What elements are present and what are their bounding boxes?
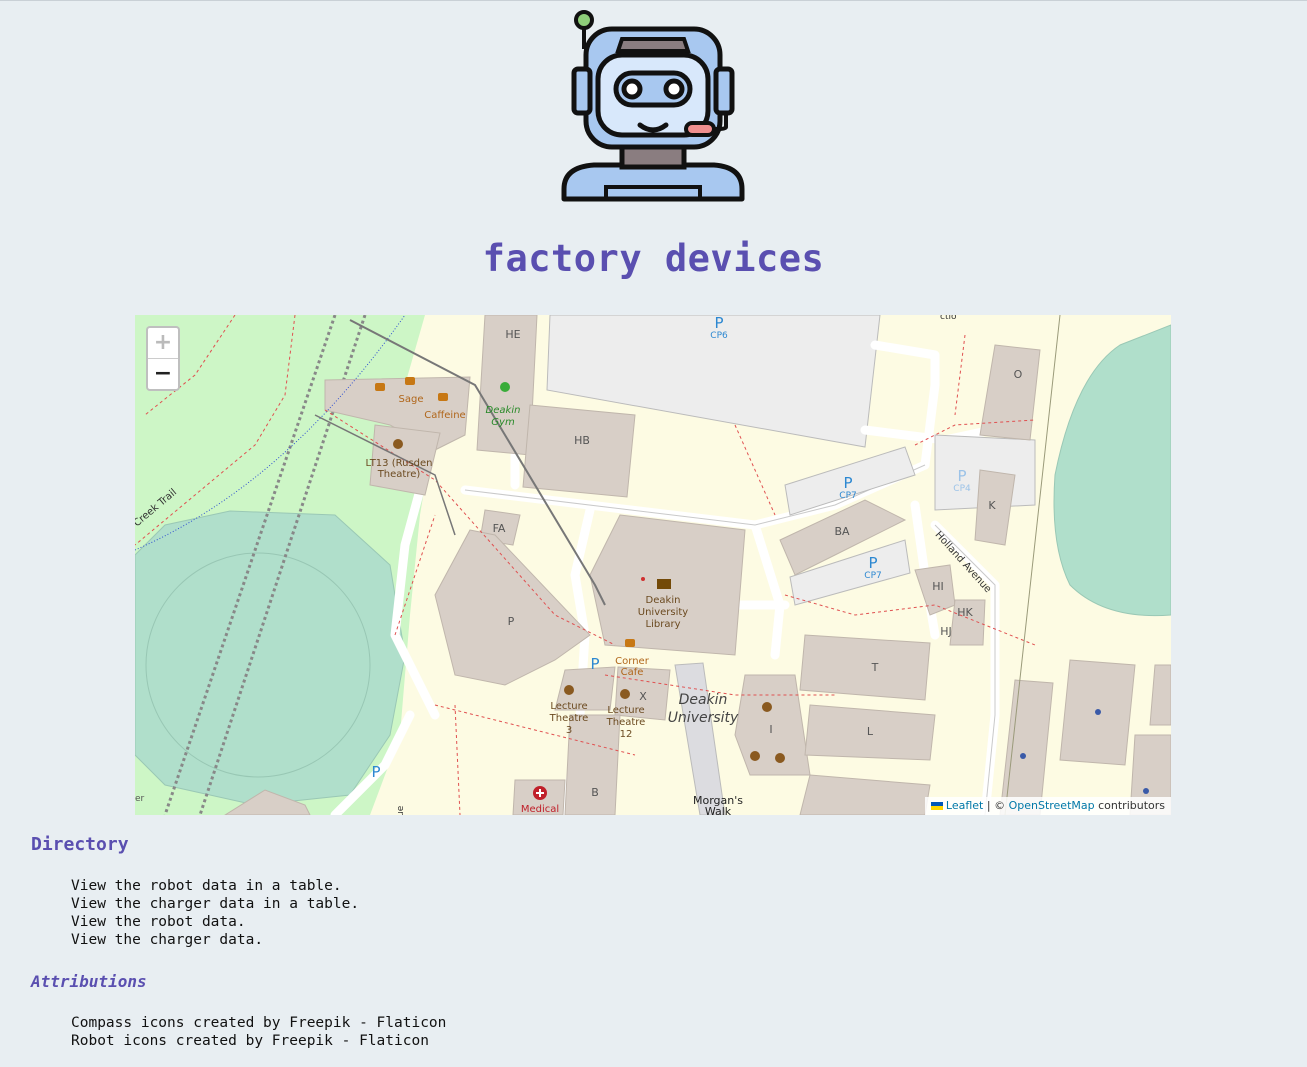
map-label-t: T bbox=[871, 661, 879, 674]
leaflet-link[interactable]: Leaflet bbox=[946, 799, 983, 812]
map-label-he: HE bbox=[505, 328, 520, 341]
attributions-list: Compass icons created by Freepik - Flati… bbox=[71, 1014, 446, 1050]
map-label-lecture3-3: 3 bbox=[566, 725, 572, 736]
map-label-lecture12-3: 12 bbox=[620, 729, 633, 740]
map-label-gym-1: Deakin bbox=[486, 405, 521, 416]
directory-item-robot-data[interactable]: View the robot data. bbox=[71, 913, 359, 931]
map-parking-oval-icon: P bbox=[371, 763, 380, 781]
map-label-hi: HI bbox=[932, 580, 944, 593]
map-label-x: X bbox=[639, 690, 647, 703]
attribution-compass-icons[interactable]: Compass icons created by Freepik - Flati… bbox=[71, 1014, 446, 1032]
map-label-deakin-2: University bbox=[668, 710, 739, 726]
map-label-lecture3-1: Lecture bbox=[550, 701, 587, 712]
map-parking-cp7b-icon: P bbox=[868, 554, 877, 572]
map-label-l: L bbox=[867, 725, 874, 738]
page-title: factory devices bbox=[482, 237, 825, 280]
map-label-i: I bbox=[769, 723, 772, 736]
map-label-corner-1: Corner bbox=[615, 656, 650, 667]
map-label-cp7b: CP7 bbox=[864, 571, 881, 581]
map-label-ba: BA bbox=[834, 525, 850, 538]
map-label-p: P bbox=[508, 615, 515, 628]
map-label-hj: HJ bbox=[940, 625, 952, 638]
attribution-suffix: contributors bbox=[1094, 799, 1165, 812]
map-label-b: B bbox=[591, 786, 599, 799]
map-tiles[interactable]: HE HB FA P B X BA O K HI HK HJ T I L Sag… bbox=[135, 315, 1171, 815]
map-label-edge-ue: ue bbox=[396, 805, 406, 815]
map-label-lecture3-2: Theatre bbox=[549, 713, 589, 724]
map-label-edge-er: er bbox=[135, 794, 145, 804]
attribution-robot-icons[interactable]: Robot icons created by Freepik - Flatico… bbox=[71, 1032, 446, 1050]
directory-item-charger-table[interactable]: View the charger data in a table. bbox=[71, 895, 359, 913]
map-label-cp4: CP4 bbox=[953, 484, 971, 494]
directory-item-robot-table[interactable]: View the robot data in a table. bbox=[71, 877, 359, 895]
map-label-caffeine: Caffeine bbox=[424, 410, 465, 421]
map-label-edge-ctio: ctio bbox=[940, 315, 957, 322]
map-label-gym-2: Gym bbox=[491, 417, 515, 428]
map-label-library-2: University bbox=[638, 607, 689, 618]
map-label-cp7a: CP7 bbox=[839, 491, 856, 501]
map-label-morgans-2: Walk bbox=[705, 805, 732, 815]
zoom-out-button[interactable]: − bbox=[148, 359, 178, 389]
map-parking-cp7a-icon: P bbox=[843, 474, 852, 492]
map-label-library-1: Deakin bbox=[646, 595, 681, 606]
map-label-hb: HB bbox=[574, 434, 590, 447]
robot-logo-icon bbox=[561, 10, 745, 202]
map-label-k: K bbox=[988, 499, 996, 512]
directory-item-charger-data[interactable]: View the charger data. bbox=[71, 931, 359, 949]
map-label-library-3: Library bbox=[646, 619, 681, 630]
map-parking-icon: P bbox=[590, 655, 599, 673]
directory-list: View the robot data in a table. View the… bbox=[71, 877, 359, 949]
map-attribution: Leaflet | © OpenStreetMap contributors bbox=[924, 797, 1171, 815]
directory-heading: Directory bbox=[31, 834, 129, 855]
map-label-sage: Sage bbox=[399, 394, 424, 405]
map-parking-cp4-icon: P bbox=[957, 467, 966, 485]
attribution-separator: | © bbox=[983, 799, 1009, 812]
map-label-corner-2: Cafe bbox=[621, 667, 644, 678]
ukraine-flag-icon bbox=[930, 802, 943, 810]
attributions-heading: Attributions bbox=[31, 972, 147, 991]
zoom-control: + − bbox=[146, 326, 180, 391]
map-label-deakin-1: Deakin bbox=[679, 692, 728, 708]
map-label-o: O bbox=[1014, 368, 1023, 381]
map-label-lecture12-2: Theatre bbox=[606, 717, 646, 728]
map-label-cp6: CP6 bbox=[710, 331, 728, 341]
openstreetmap-link[interactable]: OpenStreetMap bbox=[1009, 799, 1095, 812]
zoom-in-button[interactable]: + bbox=[148, 328, 178, 359]
map-label-hk: HK bbox=[957, 606, 973, 619]
campus-map[interactable]: HE HB FA P B X BA O K HI HK HJ T I L Sag… bbox=[135, 315, 1171, 815]
map-label-lt13-1: LT13 (Rusden bbox=[366, 458, 433, 469]
map-label-fa: FA bbox=[493, 522, 506, 535]
map-label-lt13-2: Theatre) bbox=[377, 469, 421, 480]
map-parking-cp6-icon: P bbox=[714, 315, 723, 332]
map-label-lecture12-1: Lecture bbox=[607, 705, 644, 716]
map-label-medical: Medical bbox=[521, 804, 559, 815]
